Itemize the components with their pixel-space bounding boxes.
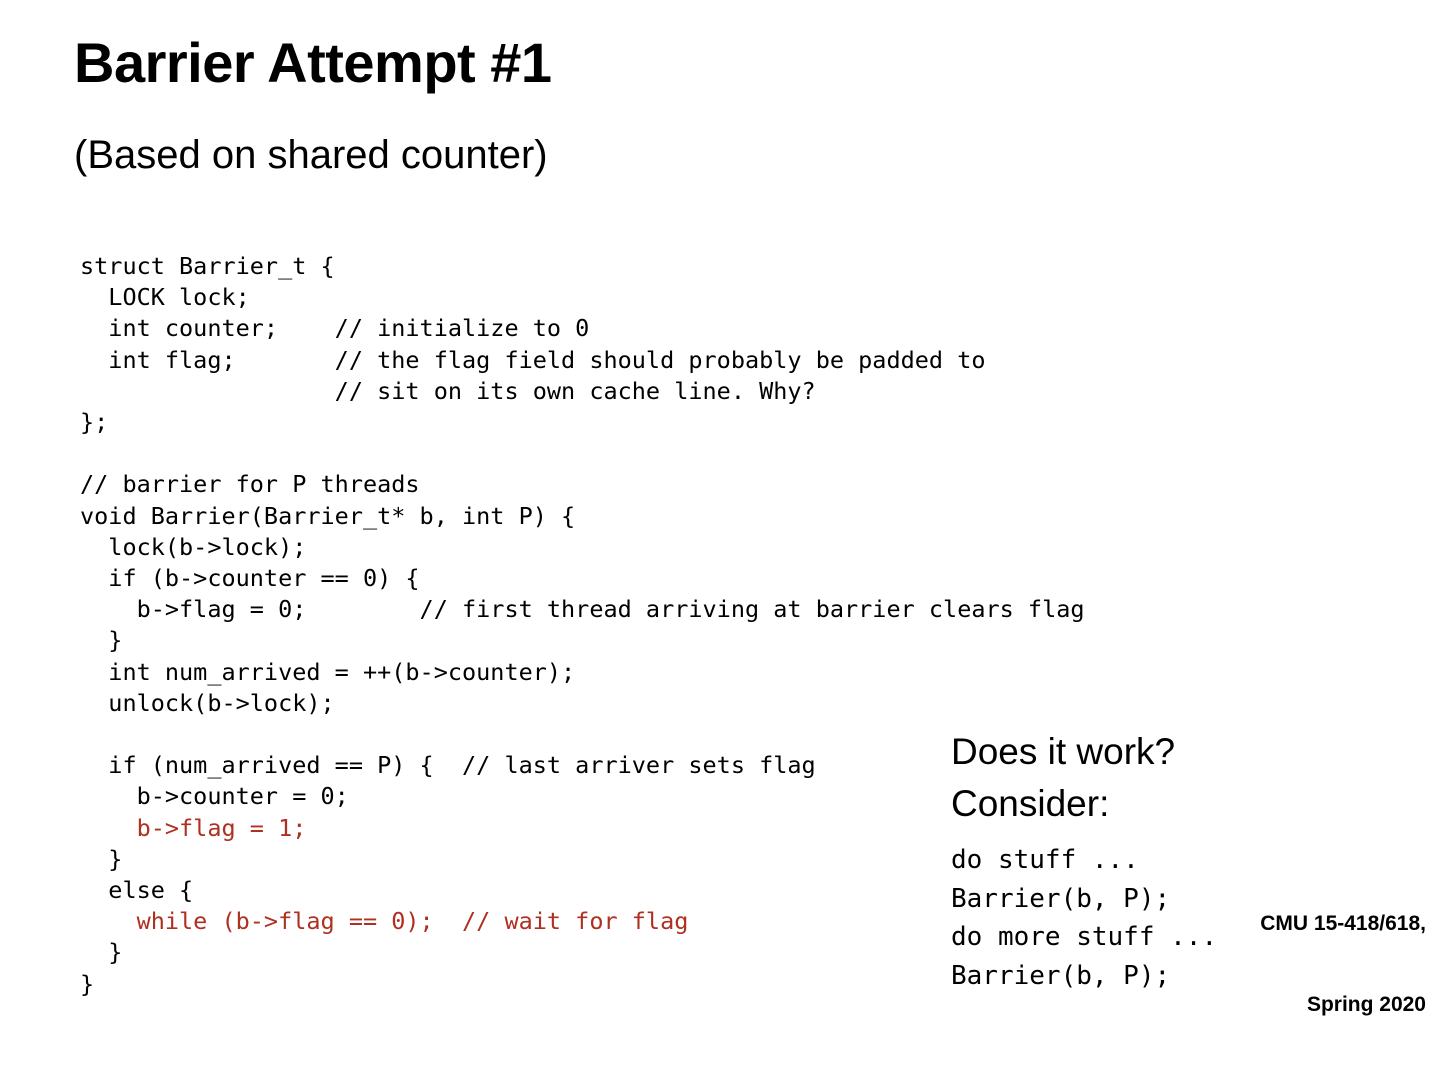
struct-line-4: // sit on its own cache line. Why? [80, 376, 816, 405]
struct-line-5: }; [80, 408, 109, 437]
function-line-1: void Barrier(Barrier_t* b, int P) { [80, 501, 576, 530]
tail-line-4: else { [80, 876, 194, 905]
tail-line-7: } [80, 969, 95, 998]
function-line-2: lock(b->lock); [80, 532, 307, 561]
tail-line-6: } [80, 938, 123, 967]
code-block-tail: if (num_arrived == P) { // last arriver … [80, 750, 940, 1000]
question-line-1: Does it work? [951, 731, 1176, 772]
struct-line-2: int counter; // initialize to 0 [80, 314, 590, 343]
slide-canvas: Barrier Attempt #1 (Based on shared coun… [0, 0, 1440, 1080]
tail-line-5: while (b->flag == 0); // wait for flag [80, 907, 689, 936]
function-line-4: b->flag = 0; // first thread arriving at… [80, 595, 1085, 624]
footer-line-2: Spring 2020 [1306, 993, 1426, 1016]
footer-line-1: CMU 15-418/618, [1260, 912, 1426, 935]
footer-attribution: CMU 15-418/618, Spring 2020 [1260, 856, 1426, 1072]
function-line-6: int num_arrived = ++(b->counter); [80, 657, 576, 686]
code-block-function: // barrier for P threads void Barrier(Bar… [80, 469, 1085, 719]
function-line-3: if (b->counter == 0) { [80, 564, 420, 593]
tail-line-1: b->counter = 0; [80, 782, 349, 811]
tail-line-3: } [80, 844, 123, 873]
function-line-0: // barrier for P threads [80, 470, 420, 499]
struct-line-1: LOCK lock; [80, 283, 250, 312]
code-column: struct Barrier_t { LOCK lock; int counte… [80, 251, 1085, 1000]
struct-line-3: int flag; // the flag field should proba… [80, 345, 986, 374]
struct-line-0: struct Barrier_t { [80, 252, 335, 280]
function-line-7: unlock(b->lock); [80, 688, 335, 717]
tail-line-0: if (num_arrived == P) { // last arriver … [80, 751, 816, 780]
tail-line-2: b->flag = 1; [80, 813, 307, 842]
function-line-5: } [80, 626, 123, 655]
code-gap-1 [80, 438, 940, 469]
code-gap-2 [80, 719, 940, 750]
code-block-struct: struct Barrier_t { LOCK lock; int counte… [80, 251, 986, 438]
page-subtitle: (Based on shared counter) [74, 133, 548, 177]
page-title: Barrier Attempt #1 [74, 31, 552, 94]
question-line-2: Consider: [951, 783, 1110, 824]
